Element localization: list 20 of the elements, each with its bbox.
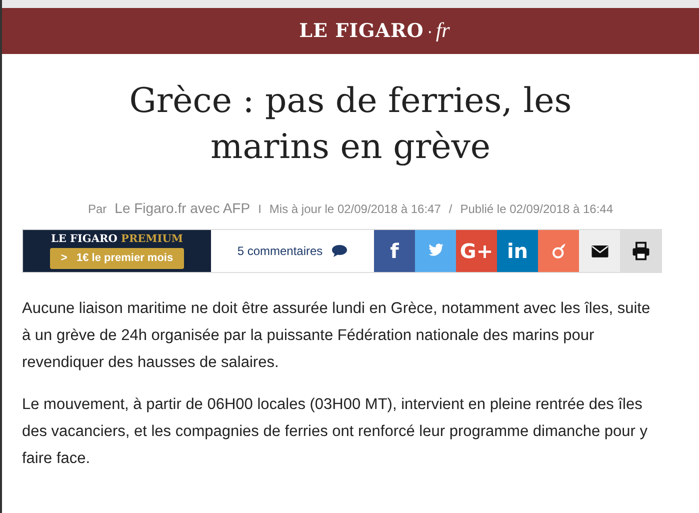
logo-dot: · <box>426 20 433 42</box>
share-button[interactable] <box>579 230 620 272</box>
article-paragraph: Aucune liaison maritime ne doit être assurée lundi en Grèce, notamment avec les îles, suite à un grève de 24h organisée par la puissante Fédération nationale des marins pour revendiquer des hausses de salaires. <box>22 299 652 373</box>
share-button[interactable] <box>620 230 661 272</box>
speech-bubble-icon[interactable] <box>330 244 348 258</box>
premium-brand[interactable]: LE FIGARO PREMIUM <box>50 234 183 244</box>
article-paragraph: Le mouvement, à partir de 06H00 locales (03H00 MT), intervient en pleine rentrée des îles des vacanciers, et les compagnies de ferries ont renforcé leur programme dimanche pour y faire face. <box>22 395 648 469</box>
site-logo[interactable]: LE FIGARO <box>299 16 424 46</box>
share-button[interactable]: in <box>497 230 538 272</box>
comments-link[interactable]: 5 commentaires <box>237 242 323 260</box>
meta-separator: / <box>448 201 452 218</box>
share-button[interactable]: G+ <box>456 230 497 272</box>
updated-date: Mis à jour le 02/09/2018 à 16:47 <box>269 201 441 218</box>
meta-separator: I <box>258 201 262 218</box>
article-title: Grèce : pas de ferries, les marins en grève <box>128 80 573 169</box>
byline-label: Par <box>88 201 107 218</box>
author-link[interactable]: Le Figaro.fr avec AFP <box>114 198 250 219</box>
logo-suffix[interactable]: fr <box>436 15 450 47</box>
published-date: Publié le 02/09/2018 à 16:44 <box>460 201 614 218</box>
share-button[interactable]: f <box>374 230 415 272</box>
